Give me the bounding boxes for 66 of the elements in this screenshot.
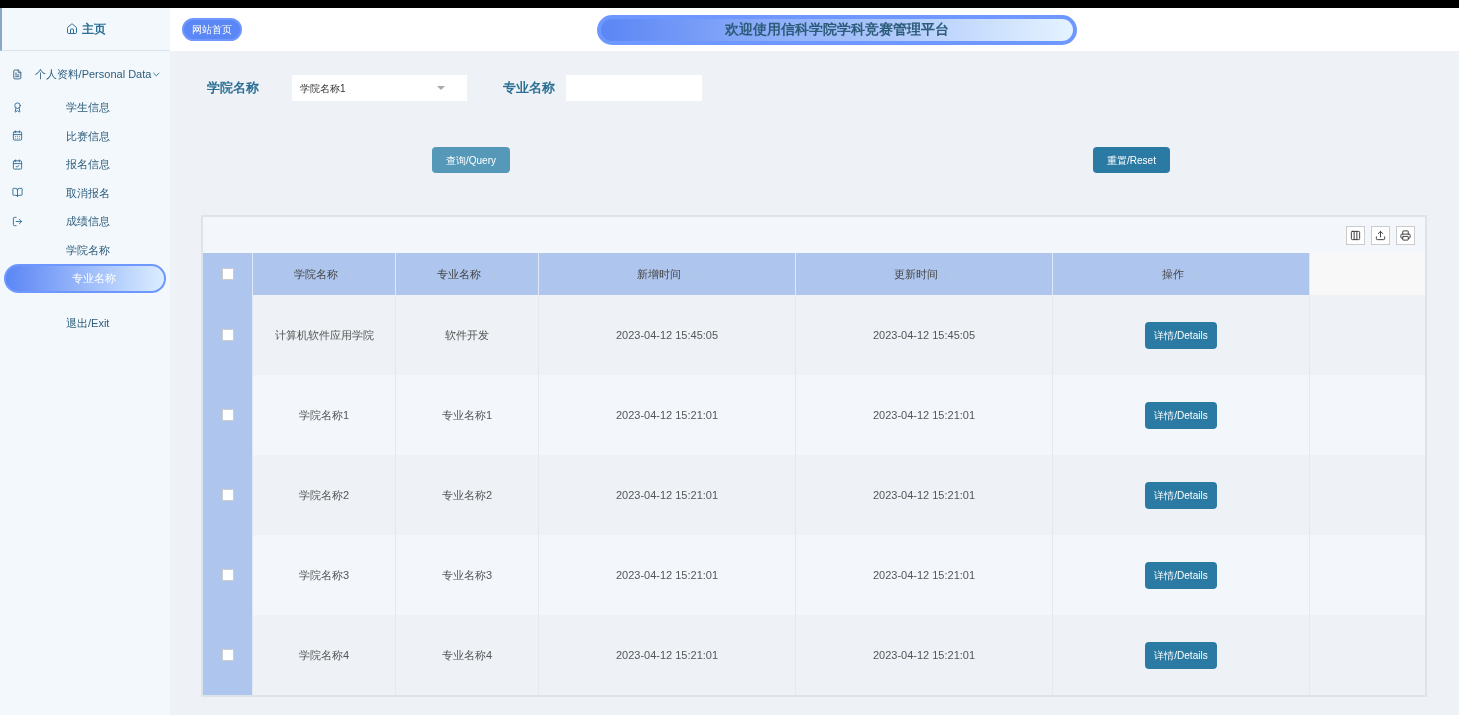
columns-button[interactable] — [1346, 225, 1365, 245]
menu-group[interactable]: 个人资料/Personal Data — [0, 55, 170, 93]
query-button[interactable]: 查询/Query — [432, 147, 510, 173]
details-button[interactable]: 详情/Details — [1145, 321, 1217, 349]
table-cell-text: 2023-04-12 15:45:05 — [872, 327, 976, 343]
sidebar-item[interactable]: 学院名称 — [0, 235, 170, 264]
table-cell-text: 2023-04-12 15:21:01 — [872, 487, 976, 503]
details-button[interactable]: 详情/Details — [1145, 401, 1217, 429]
table-cell-text: 学院名称4 — [298, 647, 350, 663]
table-cell-text: 2023-04-12 15:21:01 — [872, 647, 976, 663]
site-title: 欢迎使用信科学院学科竞赛管理平台 — [597, 14, 1077, 45]
badge-icon — [12, 101, 23, 113]
sidebar-item[interactable]: 比赛信息 — [0, 121, 170, 150]
home-link[interactable]: 主页 — [82, 20, 106, 38]
table-cell-text: 学院名称1 — [298, 407, 350, 423]
row-checkbox[interactable] — [221, 489, 234, 501]
sidebar-item[interactable]: 成绩信息 — [0, 207, 170, 236]
row-checkbox[interactable] — [221, 329, 234, 341]
document-icon — [12, 68, 23, 80]
column-header[interactable]: 学院名称 — [253, 253, 396, 295]
details-button[interactable]: 详情/Details — [1145, 561, 1217, 589]
table-cell-text: 专业名称1 — [441, 407, 493, 423]
table-cell-text: 软件开发 — [445, 327, 489, 343]
home-icon — [66, 23, 78, 35]
table-cell-text: 2023-04-12 15:21:01 — [615, 567, 719, 583]
row-checkbox[interactable] — [221, 569, 234, 581]
column-header[interactable]: 操作 — [1053, 253, 1310, 295]
column-header[interactable]: 新增时间 — [539, 253, 796, 295]
college-select[interactable]: 学院名称1 — [292, 75, 467, 101]
table-cell-text: 2023-04-12 15:45:05 — [615, 327, 719, 343]
table-cell-text: 2023-04-12 15:21:01 — [615, 487, 719, 503]
calendar-icon — [12, 130, 23, 142]
reset-button[interactable]: 重置/Reset — [1093, 147, 1170, 173]
filter-label: 学院名称 — [207, 79, 259, 98]
table-cell-text: 专业名称3 — [441, 567, 493, 583]
table-cell-text: 2023-04-12 15:21:01 — [872, 567, 976, 583]
table-cell-text: 学院名称3 — [298, 567, 350, 583]
exit-icon — [12, 215, 23, 227]
book-icon — [12, 187, 23, 199]
dropdown-caret-icon — [437, 86, 445, 90]
row-checkbox[interactable] — [221, 649, 234, 661]
column-header[interactable]: 更新时间 — [796, 253, 1053, 295]
table-cell-text: 计算机软件应用学院 — [274, 327, 374, 343]
sidebar-item[interactable]: 取消报名 — [0, 178, 170, 207]
table-cell-text: 2023-04-12 15:21:01 — [872, 407, 976, 423]
calendar-check-icon — [12, 158, 23, 170]
sidebar-item[interactable]: 学生信息 — [0, 93, 170, 122]
print-button[interactable] — [1396, 225, 1415, 245]
table-cell-text: 学院名称2 — [298, 487, 350, 503]
export-button[interactable] — [1371, 225, 1390, 245]
site-home-link[interactable]: 网站首页 — [182, 18, 242, 41]
row-checkbox[interactable] — [221, 409, 234, 421]
filter-label: 专业名称 — [503, 79, 555, 98]
table-cell-text: 专业名称2 — [441, 487, 493, 503]
select-all-checkbox[interactable] — [221, 268, 234, 280]
column-header[interactable]: 专业名称 — [396, 253, 539, 295]
columns-icon — [1350, 229, 1361, 241]
upload-icon — [1375, 229, 1386, 241]
table-cell-text: 2023-04-12 15:21:01 — [615, 407, 719, 423]
table-cell-text: 专业名称4 — [441, 647, 493, 663]
sidebar-item[interactable]: 报名信息 — [0, 150, 170, 179]
printer-icon — [1400, 229, 1411, 241]
details-button[interactable]: 详情/Details — [1145, 481, 1217, 509]
table-cell-text: 2023-04-12 15:21:01 — [615, 647, 719, 663]
sidebar-item[interactable]: 退出/Exit — [0, 308, 170, 337]
details-button[interactable]: 详情/Details — [1145, 641, 1217, 669]
